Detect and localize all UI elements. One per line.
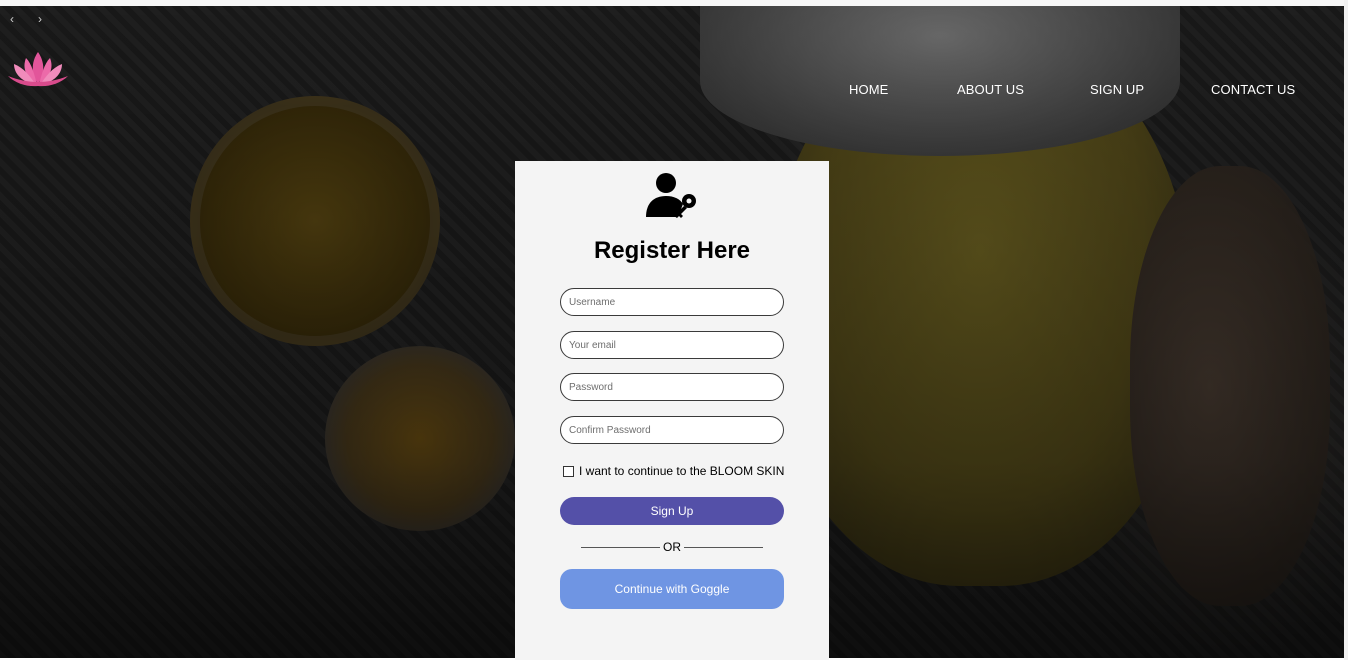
nav-home[interactable]: HOME: [849, 82, 888, 97]
window-right-edge: [1344, 0, 1348, 660]
email-input[interactable]: [560, 331, 784, 359]
terms-checkbox[interactable]: [563, 465, 574, 477]
password-input[interactable]: [560, 373, 784, 401]
nav-contact-us[interactable]: CONTACT US: [1211, 82, 1295, 97]
user-key-icon: [646, 173, 696, 218]
sign-up-button[interactable]: Sign Up: [560, 497, 784, 525]
or-label: OR: [663, 540, 681, 554]
divider-line-right: [684, 546, 763, 548]
confirm-password-input[interactable]: [560, 416, 784, 444]
chevron-right-icon[interactable]: ›: [38, 12, 42, 26]
terms-label: I want to continue to the BLOOM SKIN: [579, 464, 785, 478]
username-input[interactable]: [560, 288, 784, 316]
nav-about-us[interactable]: ABOUT US: [957, 82, 1024, 97]
carousel-controls: ‹ ›: [10, 12, 42, 26]
chevron-left-icon[interactable]: ‹: [10, 12, 14, 26]
terms-row: I want to continue to the BLOOM SKIN: [563, 464, 784, 478]
nav-sign-up[interactable]: SIGN UP: [1090, 82, 1144, 97]
continue-with-google-button[interactable]: Continue with Goggle: [560, 569, 784, 609]
divider-line-left: [581, 546, 660, 548]
page-title: Register Here: [593, 237, 751, 264]
or-divider: OR: [581, 540, 763, 554]
register-card: Register Here I want to continue to the …: [515, 161, 829, 660]
main-nav: HOME ABOUT US SIGN UP CONTACT US: [0, 82, 1348, 98]
